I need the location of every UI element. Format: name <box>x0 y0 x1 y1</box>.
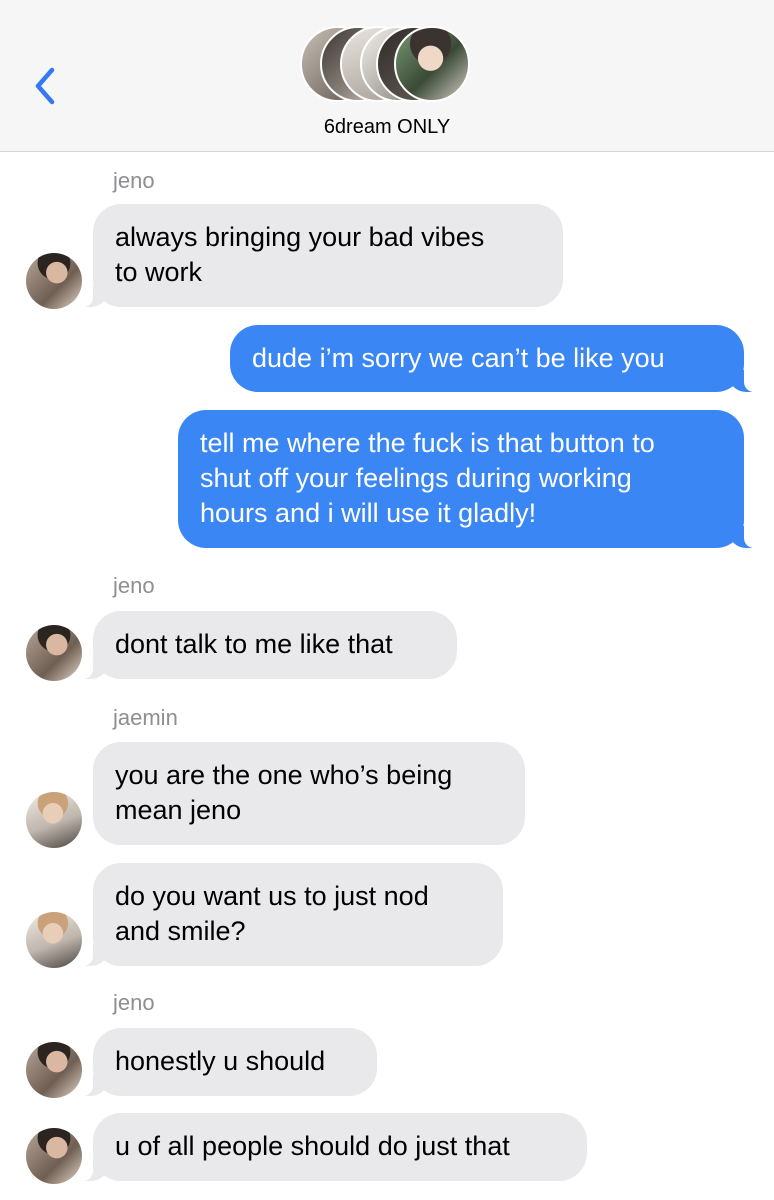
avatar[interactable] <box>26 912 82 968</box>
message-line: you are the one who’s being <box>115 760 453 790</box>
message-line: do you want us to just nod <box>115 881 429 911</box>
incoming-message[interactable]: do you want us to just nod and smile? <box>81 863 503 966</box>
incoming-message[interactable]: you are the one who’s being mean jeno <box>93 742 525 845</box>
outgoing-message[interactable]: tell me where the fuck is that button to… <box>178 410 756 548</box>
chat-header: 6dream ONLY <box>0 0 774 152</box>
message-line: tell me where the fuck is that button to <box>200 428 655 458</box>
sender-name: jeno <box>113 990 155 1015</box>
message-line: u of all people should do just that <box>115 1131 510 1161</box>
outgoing-message[interactable]: dude i’m sorry we can’t be like you <box>230 325 756 392</box>
avatar[interactable] <box>26 253 82 309</box>
avatar[interactable] <box>26 792 82 848</box>
message-line: dont talk to me like that <box>115 629 393 659</box>
message-line: hours and i will use it gladly! <box>200 498 537 528</box>
sender-name: jeno <box>113 168 155 193</box>
sender-name: jaemin <box>113 705 178 730</box>
avatar[interactable] <box>26 1042 82 1098</box>
avatar[interactable] <box>26 625 82 681</box>
incoming-message[interactable]: always bringing your bad vibes to work <box>81 204 563 307</box>
message-line: to work <box>115 257 203 287</box>
message-line: and smile? <box>115 916 246 946</box>
group-name[interactable]: 6dream ONLY <box>0 116 774 139</box>
sender-name: jeno <box>113 573 155 598</box>
message-line: honestly u should <box>115 1046 326 1076</box>
message-line: mean jeno <box>115 795 242 825</box>
group-avatars[interactable] <box>300 26 472 104</box>
message-list: jeno always bringing your bad vibes to w… <box>0 152 774 1200</box>
group-member-avatar <box>394 26 470 102</box>
message-line: dude i’m sorry we can’t be like you <box>252 343 665 373</box>
incoming-message[interactable]: dont talk to me like that <box>81 611 457 679</box>
incoming-message[interactable]: honestly u should <box>81 1028 377 1096</box>
incoming-message[interactable]: u of all people should do just that <box>81 1113 587 1181</box>
message-line: shut off your feelings during working <box>200 463 632 493</box>
avatar[interactable] <box>26 1128 82 1184</box>
back-button[interactable] <box>30 62 62 110</box>
chevron-left-icon <box>35 67 55 105</box>
message-line: always bringing your bad vibes <box>115 222 485 252</box>
